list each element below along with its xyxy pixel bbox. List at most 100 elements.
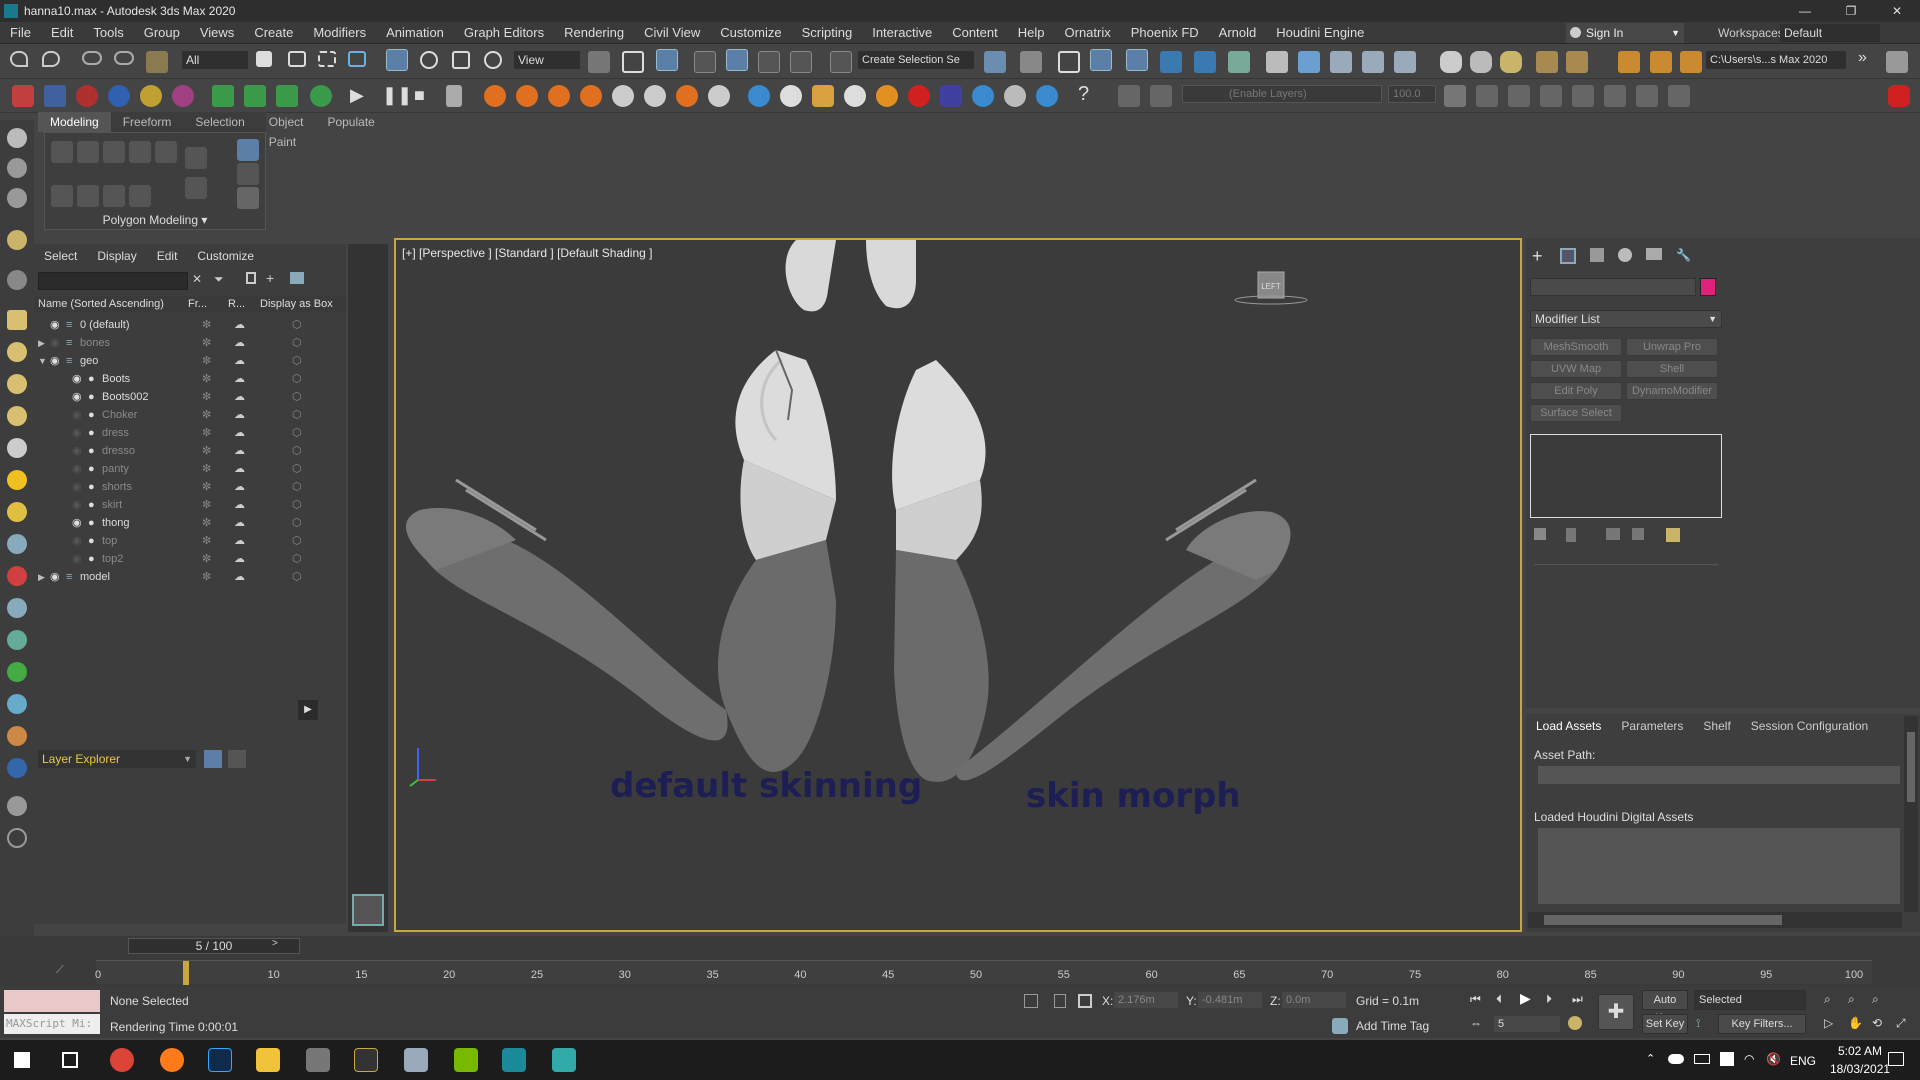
sphere-tool-icon[interactable] (7, 342, 27, 362)
y-field[interactable]: -0.481m (1198, 992, 1262, 1008)
menu-civil-view[interactable]: Civil View (634, 25, 710, 40)
display-box-icon[interactable]: ⬡ (292, 514, 302, 532)
orbit-icon[interactable]: ⟲ (1872, 1016, 1882, 1030)
frame-ruler[interactable]: 0510152025303540455055606570758085909510… (95, 960, 1872, 985)
ocean-icon[interactable] (1036, 85, 1058, 107)
menu-create[interactable]: Create (244, 25, 303, 40)
window-crossing-icon[interactable] (348, 51, 366, 67)
toggle-layer-explorer-icon[interactable] (1090, 49, 1112, 71)
clock-date[interactable]: 18/03/2021 (1830, 1062, 1890, 1076)
select-object-icon[interactable] (256, 51, 272, 67)
menu-graph-editors[interactable]: Graph Editors (454, 25, 554, 40)
next-key-icon[interactable]: ⏵ (1546, 992, 1552, 1007)
language-indicator[interactable]: ENG (1790, 1054, 1816, 1068)
menu-group[interactable]: Group (134, 25, 190, 40)
maya-icon[interactable] (552, 1048, 576, 1072)
render-iterative-icon[interactable] (1394, 51, 1416, 73)
dots-tool-icon[interactable] (7, 726, 27, 746)
fire-icon[interactable] (76, 85, 98, 107)
ribbon-tool-icon-4[interactable] (129, 141, 151, 163)
layer-name[interactable]: top2 (102, 550, 123, 568)
visibility-eye-icon[interactable]: ◉ (72, 496, 82, 514)
layer-name[interactable]: dresso (102, 442, 135, 460)
globe-tool-icon[interactable] (7, 694, 27, 714)
display-box-icon[interactable]: ⬡ (292, 406, 302, 424)
ribbon-tool-icon-8[interactable] (103, 185, 125, 207)
display-box-icon[interactable]: ⬡ (292, 460, 302, 478)
stack-icon[interactable] (1444, 85, 1466, 107)
ribbon-tool-icon-3[interactable] (103, 141, 125, 163)
ribbon-tool-icon-5[interactable] (155, 141, 177, 163)
geometry-icon[interactable] (12, 85, 34, 107)
render-teapot-icon[interactable]: ☁ (234, 478, 245, 496)
restore-button[interactable]: ❐ (1828, 0, 1874, 22)
file-tool-icon[interactable] (7, 796, 27, 816)
tab-freeform[interactable]: Freeform (111, 112, 184, 132)
undo-icon[interactable] (10, 51, 28, 67)
display-box-icon[interactable]: ⬡ (292, 370, 302, 388)
tab-shelf[interactable]: Shelf (1693, 719, 1740, 733)
layer-value-field[interactable]: 100.0 (1388, 85, 1436, 103)
redo-icon[interactable] (42, 51, 60, 67)
align-icon[interactable] (1020, 51, 1042, 73)
ribbon-tool-icon-7[interactable] (77, 185, 99, 207)
hand-icon[interactable] (1440, 51, 1462, 73)
wave-icon[interactable] (972, 85, 994, 107)
layer-row[interactable]: ◉ ● thong ✼ ☁ ⬡ (34, 514, 346, 532)
menu-arnold[interactable]: Arnold (1209, 25, 1267, 40)
tray-up-icon[interactable]: ⌃ (1646, 1052, 1655, 1065)
pin-icon[interactable] (1470, 51, 1492, 73)
explosion-icon[interactable] (908, 85, 930, 107)
asset-path-input[interactable] (1538, 766, 1900, 784)
add-time-tag[interactable]: Add Time Tag (1356, 1019, 1429, 1033)
light-icon[interactable] (1500, 51, 1522, 73)
layer-name[interactable]: bones (80, 334, 110, 352)
tool-icon[interactable] (1886, 51, 1908, 73)
layer-name[interactable]: skirt (102, 496, 122, 514)
key-mode-icon[interactable]: ⇔ (1470, 1016, 1482, 1030)
current-frame-marker[interactable] (182, 961, 189, 985)
ribbon-tool-icon-10[interactable] (185, 147, 207, 169)
visibility-eye-icon[interactable]: ◉ (50, 568, 60, 586)
configure-modifier-sets-icon[interactable] (1666, 528, 1680, 542)
layer-explorer-toggle-icon[interactable] (204, 750, 222, 768)
layer-name[interactable]: top (102, 532, 117, 550)
display-box-icon[interactable]: ⬡ (292, 442, 302, 460)
project-folder-dropdown[interactable]: C:\Users\s...s Max 2020 (1706, 51, 1846, 69)
cone-tool-icon[interactable] (7, 438, 27, 458)
scale-icon[interactable] (452, 51, 470, 69)
explorer-menu-select[interactable]: Select (34, 249, 87, 263)
flame-icon-4[interactable] (580, 85, 602, 107)
ribbon-tool-icon-12[interactable] (237, 139, 259, 161)
ball-tool-icon[interactable] (7, 502, 27, 522)
cube-blue-icon[interactable] (940, 85, 962, 107)
screen-tool-icon[interactable] (7, 758, 27, 778)
explorer-menu-display[interactable]: Display (87, 249, 146, 263)
select-manipulate-icon[interactable] (622, 51, 644, 73)
paint-tool-icon[interactable] (7, 188, 27, 208)
lasso-tool-icon[interactable] (7, 158, 27, 178)
tab-modeling[interactable]: Modeling (38, 112, 111, 132)
menu-interactive[interactable]: Interactive (862, 25, 942, 40)
flame-icon-3[interactable] (548, 85, 570, 107)
play-icon[interactable]: ▶ (350, 85, 364, 106)
teapot-tool-icon[interactable] (7, 406, 27, 426)
zoom-all-icon[interactable]: ⌕ (1848, 992, 1855, 1007)
modifier-list-dropdown[interactable]: Modifier List ▼ (1530, 310, 1722, 328)
settings-tool-icon[interactable] (7, 270, 27, 290)
pause-icon[interactable]: ❚❚ (382, 85, 412, 106)
zbrush-icon[interactable] (306, 1048, 330, 1072)
layers-icon[interactable] (1118, 85, 1140, 107)
key-filters-button[interactable]: Key Filters... (1718, 1014, 1806, 1034)
clear-search-icon[interactable]: ✕ (192, 272, 202, 286)
cup-icon[interactable] (812, 85, 834, 107)
filter-icon[interactable]: ⏷ (214, 272, 224, 287)
named-selection-set-dropdown[interactable]: Create Selection Se (858, 51, 974, 69)
freeze-icon[interactable]: ✼ (202, 352, 211, 370)
burst-icon[interactable] (310, 85, 332, 107)
go-to-end-icon[interactable]: ⏭ (1572, 992, 1583, 1007)
freeze-icon[interactable]: ✼ (202, 460, 211, 478)
selection-filter-dropdown[interactable]: All (182, 51, 248, 69)
foam-icon[interactable] (780, 85, 802, 107)
freeze-icon[interactable]: ✼ (202, 478, 211, 496)
